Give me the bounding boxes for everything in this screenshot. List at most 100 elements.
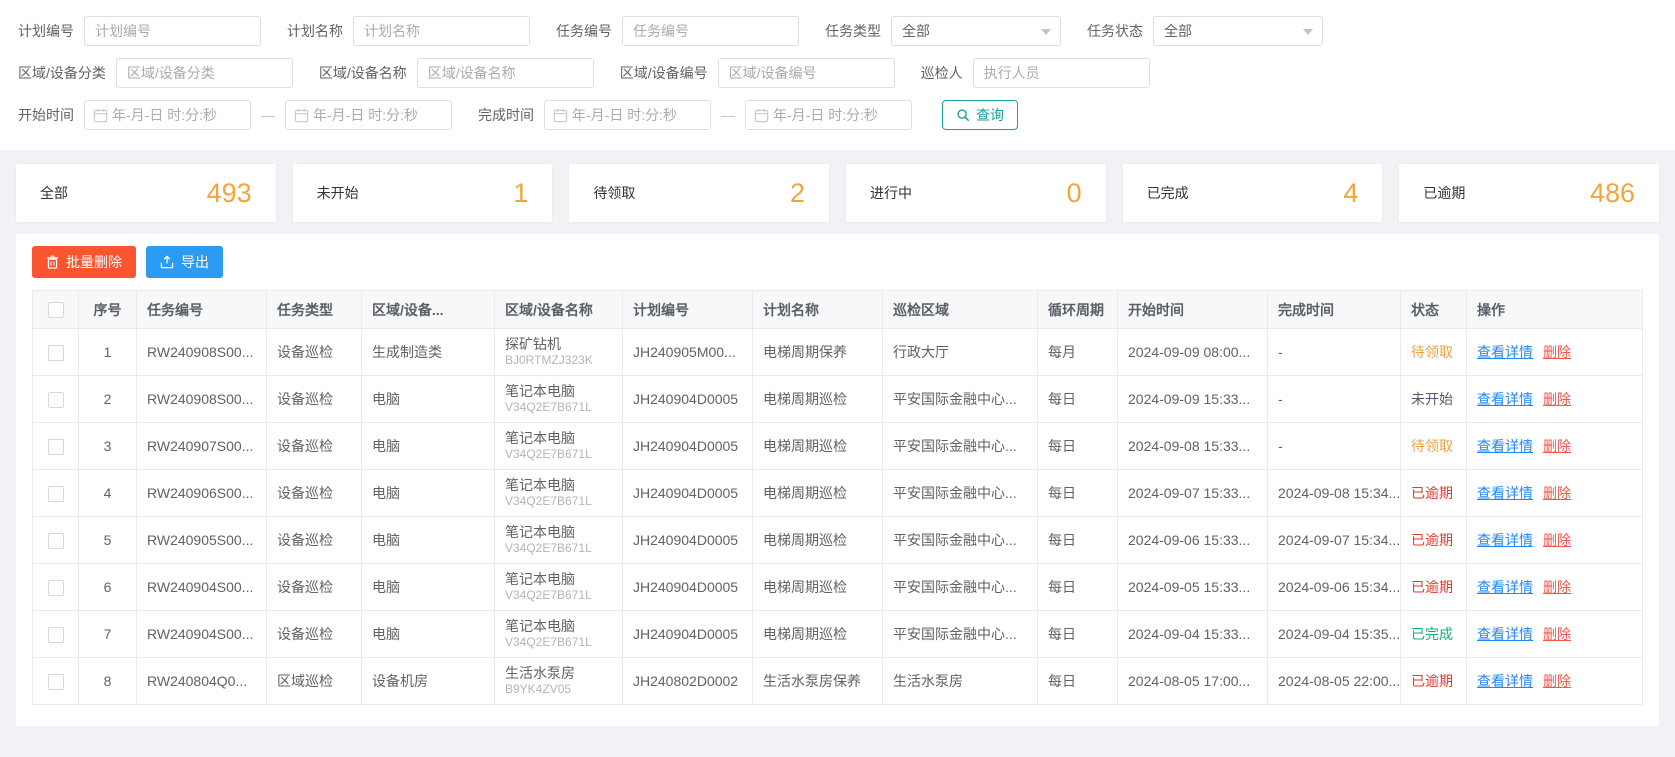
cell-finish-time: 2024-09-04 15:35... [1267, 610, 1401, 658]
device-category-input[interactable] [116, 59, 292, 87]
device-name-text: 笔记本电脑 [505, 618, 575, 634]
device-code-text: V34Q2E7B671L [505, 635, 592, 649]
field-plan-name: 计划名称 [287, 16, 530, 46]
stat-card-all[interactable]: 全部 493 [16, 164, 276, 222]
stat-card-pending[interactable]: 待领取 2 [569, 164, 830, 222]
cell-cycle: 每日 [1037, 375, 1118, 423]
delete-link[interactable]: 删除 [1543, 485, 1571, 501]
stat-value: 4 [1343, 177, 1359, 208]
cell-checkbox [32, 469, 79, 517]
stat-card-overdue[interactable]: 已逾期 486 [1399, 164, 1660, 222]
delete-link[interactable]: 删除 [1543, 532, 1571, 548]
task-type-value: 全部 [902, 23, 930, 39]
row-checkbox[interactable] [47, 344, 64, 361]
start-time-to-picker[interactable] [285, 100, 452, 130]
row-checkbox[interactable] [47, 391, 64, 408]
select-all-checkbox[interactable] [47, 302, 64, 319]
cell-task-no: RW240804Q0... [136, 657, 267, 705]
cell-area: 平安国际金融中心... [882, 563, 1038, 611]
task-no-input[interactable] [623, 17, 798, 45]
row-checkbox[interactable] [47, 532, 64, 549]
view-detail-link[interactable]: 查看详情 [1477, 626, 1533, 642]
inspector-input[interactable] [973, 59, 1149, 87]
cell-cycle: 每日 [1037, 422, 1118, 470]
finish-time-from-picker[interactable] [544, 100, 711, 130]
cell-index: 1 [78, 328, 137, 376]
cell-plan-no: JH240904D0005 [622, 563, 753, 611]
view-detail-link[interactable]: 查看详情 [1477, 485, 1533, 501]
range-separator: — [261, 107, 275, 123]
row-checkbox[interactable] [47, 673, 64, 690]
plan-name-input[interactable] [354, 17, 529, 45]
cell-cycle: 每日 [1037, 563, 1118, 611]
field-plan-no: 计划编号 [18, 16, 261, 46]
cell-device-name: 笔记本电脑 V34Q2E7B671L [494, 610, 623, 658]
calendar-icon [93, 108, 108, 123]
col-actions: 操作 [1466, 290, 1643, 329]
delete-link[interactable]: 删除 [1543, 673, 1571, 689]
finish-time-to-picker[interactable] [745, 100, 912, 130]
finish-time-label: 完成时间 [478, 107, 534, 123]
task-no-label: 任务编号 [556, 23, 612, 39]
finish-time-from-input[interactable] [568, 101, 710, 129]
cell-task-type: 设备巡检 [266, 328, 362, 376]
stat-card-done[interactable]: 已完成 4 [1122, 164, 1383, 222]
view-detail-link[interactable]: 查看详情 [1477, 532, 1533, 548]
row-checkbox[interactable] [47, 485, 64, 502]
view-detail-link[interactable]: 查看详情 [1477, 391, 1533, 407]
task-status-select[interactable]: 全部 [1153, 16, 1323, 46]
col-task-no: 任务编号 [136, 290, 267, 329]
cell-finish-time: - [1267, 422, 1401, 470]
delete-link[interactable]: 删除 [1543, 438, 1571, 454]
device-no-input[interactable] [718, 59, 894, 87]
view-detail-link[interactable]: 查看详情 [1477, 438, 1533, 454]
cell-start-time: 2024-09-07 15:33... [1117, 469, 1268, 517]
cell-device-category: 电脑 [361, 469, 495, 517]
row-checkbox[interactable] [47, 438, 64, 455]
start-time-from-picker[interactable] [84, 100, 251, 130]
start-time-from-input[interactable] [108, 101, 250, 129]
device-code-text: BJ0RTMZJ323K [505, 353, 593, 367]
field-device-category: 区域/设备分类 [18, 58, 293, 88]
cell-plan-no: JH240904D0005 [622, 422, 753, 470]
status-text: 未开始 [1400, 375, 1467, 423]
view-detail-link[interactable]: 查看详情 [1477, 673, 1533, 689]
cell-start-time: 2024-09-08 15:33... [1117, 422, 1268, 470]
device-code-text: V34Q2E7B671L [505, 494, 592, 508]
cell-actions: 查看详情 删除 [1466, 563, 1643, 611]
delete-link[interactable]: 删除 [1543, 344, 1571, 360]
cell-device-name: 探矿钻机 BJ0RTMZJ323K [494, 328, 623, 376]
cell-index: 6 [78, 563, 137, 611]
export-button[interactable]: 导出 [146, 246, 223, 278]
cell-actions: 查看详情 删除 [1466, 422, 1643, 470]
batch-delete-button[interactable]: 批量删除 [32, 246, 136, 278]
finish-time-to-input[interactable] [769, 101, 911, 129]
cell-actions: 查看详情 删除 [1466, 375, 1643, 423]
plan-no-input[interactable] [85, 17, 260, 45]
delete-link[interactable]: 删除 [1543, 626, 1571, 642]
view-detail-link[interactable]: 查看详情 [1477, 344, 1533, 360]
cell-task-type: 设备巡检 [266, 469, 362, 517]
col-status: 状态 [1400, 290, 1467, 329]
row-checkbox[interactable] [47, 626, 64, 643]
cell-plan-no: JH240905M00... [622, 328, 753, 376]
delete-link[interactable]: 删除 [1543, 391, 1571, 407]
cell-task-no: RW240908S00... [136, 375, 267, 423]
device-name-input[interactable] [417, 59, 593, 87]
device-code-text: V34Q2E7B671L [505, 541, 592, 555]
device-code-text: V34Q2E7B671L [505, 447, 592, 461]
filter-row-2: 区域/设备分类 区域/设备名称 区域/设备编号 巡检人 [18, 58, 1657, 88]
stat-card-not-started[interactable]: 未开始 1 [292, 164, 553, 222]
device-name-text: 笔记本电脑 [505, 430, 575, 446]
row-checkbox[interactable] [47, 579, 64, 596]
task-type-select[interactable]: 全部 [891, 16, 1061, 46]
cell-task-type: 设备巡检 [266, 516, 362, 564]
stat-value: 493 [206, 177, 252, 208]
search-button[interactable]: 查询 [942, 100, 1018, 130]
stat-card-in-progress[interactable]: 进行中 0 [846, 164, 1106, 222]
stat-value: 486 [1589, 177, 1636, 208]
delete-link[interactable]: 删除 [1543, 579, 1571, 595]
start-time-to-input[interactable] [309, 101, 451, 129]
search-icon [956, 108, 970, 122]
view-detail-link[interactable]: 查看详情 [1477, 579, 1533, 595]
